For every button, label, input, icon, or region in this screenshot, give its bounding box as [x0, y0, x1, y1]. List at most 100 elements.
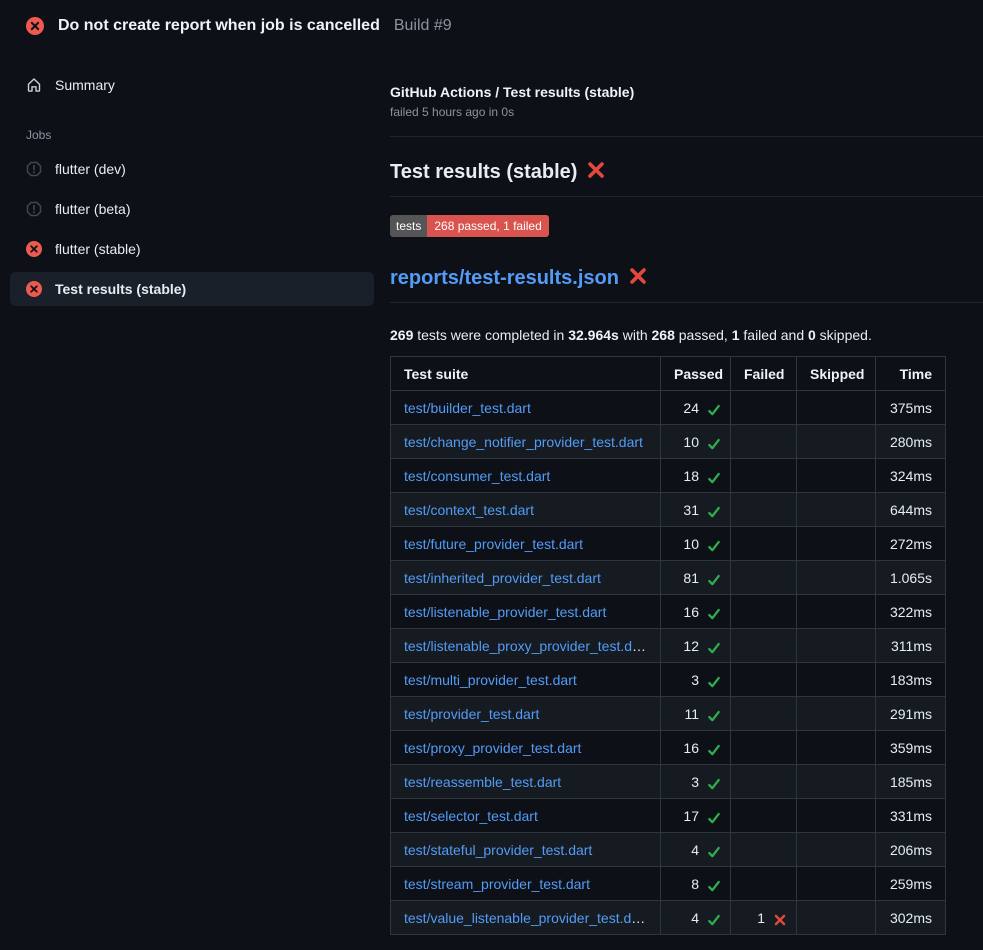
check-icon: [703, 708, 717, 722]
passed-cell: 10: [661, 425, 731, 459]
sidebar-job-label: flutter (stable): [55, 241, 141, 257]
test-suite-link[interactable]: test/multi_provider_test.dart: [404, 672, 577, 688]
report-file-heading: reports/test-results.json: [390, 266, 983, 303]
time-cell: 331ms: [876, 799, 946, 833]
time-cell: 183ms: [876, 663, 946, 697]
test-suite-link[interactable]: test/stateful_provider_test.dart: [404, 842, 592, 858]
sidebar-job-item[interactable]: flutter (beta): [10, 192, 374, 226]
test-suite-link[interactable]: test/selector_test.dart: [404, 808, 538, 824]
sidebar-job-label: flutter (dev): [55, 161, 126, 177]
sidebar-job-item[interactable]: Test results (stable): [10, 272, 374, 306]
main-content: GitHub Actions / Test results (stable) f…: [390, 48, 983, 935]
table-row: test/value_listenable_provider_test.dart…: [391, 901, 946, 935]
skipped-cell: [797, 629, 876, 663]
sidebar-job-label: Test results (stable): [55, 281, 186, 297]
skipped-cell: [797, 765, 876, 799]
x-mark-icon: [769, 912, 783, 926]
sidebar-item-summary[interactable]: Summary: [10, 68, 374, 102]
col-skipped: Skipped: [797, 357, 876, 391]
time-cell: 206ms: [876, 833, 946, 867]
failed-cell: [731, 425, 797, 459]
sidebar-job-item[interactable]: flutter (dev): [10, 152, 374, 186]
skipped-cell: [797, 731, 876, 765]
failed-cell: [731, 833, 797, 867]
time-cell: 272ms: [876, 527, 946, 561]
skipped-cell: [797, 867, 876, 901]
test-suite-link[interactable]: test/change_notifier_provider_test.dart: [404, 434, 643, 450]
skipped-cell: [797, 901, 876, 935]
skipped-cell: [797, 833, 876, 867]
test-suite-link[interactable]: test/consumer_test.dart: [404, 468, 550, 484]
passed-cell: 3: [661, 663, 731, 697]
passed-cell: 16: [661, 731, 731, 765]
passed-cell: 18: [661, 459, 731, 493]
passed-cell: 10: [661, 527, 731, 561]
test-suite-link[interactable]: test/future_provider_test.dart: [404, 536, 583, 552]
failed-cell: [731, 731, 797, 765]
table-row: test/proxy_provider_test.dart 16 359ms: [391, 731, 946, 765]
col-time: Time: [876, 357, 946, 391]
run-status-text: failed 5 hours ago in 0s: [390, 105, 983, 119]
jobs-list: flutter (dev) flutter (beta) flutter (st…: [10, 152, 374, 306]
sidebar-job-label: flutter (beta): [55, 201, 130, 217]
skipped-cell: [797, 697, 876, 731]
skipped-cell: [797, 425, 876, 459]
table-row: test/selector_test.dart 17 331ms: [391, 799, 946, 833]
test-suite-link[interactable]: test/context_test.dart: [404, 502, 534, 518]
test-suite-link[interactable]: test/value_listenable_provider_test.dart: [404, 910, 648, 926]
stop-icon: [26, 201, 42, 217]
skipped-cell: [797, 595, 876, 629]
failed-cell: [731, 799, 797, 833]
time-cell: 322ms: [876, 595, 946, 629]
test-suite-link[interactable]: test/stream_provider_test.dart: [404, 876, 590, 892]
failed-cell: [731, 867, 797, 901]
table-row: test/reassemble_test.dart 3 185ms: [391, 765, 946, 799]
col-test-suite: Test suite: [391, 357, 661, 391]
sidebar: Summary Jobs flutter (dev) flutter (beta…: [0, 48, 390, 312]
failed-cell: 1: [731, 901, 797, 935]
sidebar-job-item[interactable]: flutter (stable): [10, 232, 374, 266]
time-cell: 311ms: [876, 629, 946, 663]
time-cell: 359ms: [876, 731, 946, 765]
failed-cell: [731, 527, 797, 561]
check-icon: [703, 810, 717, 824]
failed-cell: [731, 391, 797, 425]
divider: [390, 136, 983, 137]
test-suite-link[interactable]: test/reassemble_test.dart: [404, 774, 561, 790]
time-cell: 324ms: [876, 459, 946, 493]
tests-summary-text: 269 tests were completed in 32.964s with…: [390, 327, 983, 343]
run-title: Do not create report when job is cancell…: [58, 17, 380, 35]
check-icon: [703, 606, 717, 620]
test-results-table: Test suite Passed Failed Skipped Time te…: [390, 356, 946, 935]
check-icon: [703, 640, 717, 654]
passed-cell: 81: [661, 561, 731, 595]
time-cell: 644ms: [876, 493, 946, 527]
skipped-cell: [797, 527, 876, 561]
stop-icon: [26, 161, 42, 177]
check-icon: [703, 402, 717, 416]
test-suite-link[interactable]: test/listenable_provider_test.dart: [404, 604, 606, 620]
failed-cell: [731, 595, 797, 629]
home-icon: [26, 77, 42, 93]
check-icon: [703, 878, 717, 892]
failed-x-icon: [628, 266, 648, 292]
test-suite-link[interactable]: test/proxy_provider_test.dart: [404, 740, 581, 756]
failed-cell: [731, 697, 797, 731]
check-icon: [703, 844, 717, 858]
test-suite-link[interactable]: test/provider_test.dart: [404, 706, 539, 722]
failed-x-icon: [586, 160, 606, 186]
table-row: test/consumer_test.dart 18 324ms: [391, 459, 946, 493]
test-suite-link[interactable]: test/listenable_proxy_provider_test.dart: [404, 638, 648, 654]
time-cell: 185ms: [876, 765, 946, 799]
skipped-cell: [797, 493, 876, 527]
report-file-link[interactable]: reports/test-results.json: [390, 267, 619, 289]
check-icon: [703, 470, 717, 484]
jobs-section-label: Jobs: [26, 128, 374, 142]
sidebar-summary-label: Summary: [55, 77, 115, 93]
test-suite-link[interactable]: test/inherited_provider_test.dart: [404, 570, 601, 586]
check-icon: [703, 742, 717, 756]
test-suite-link[interactable]: test/builder_test.dart: [404, 400, 531, 416]
time-cell: 259ms: [876, 867, 946, 901]
table-row: test/stateful_provider_test.dart 4 206ms: [391, 833, 946, 867]
table-row: test/change_notifier_provider_test.dart …: [391, 425, 946, 459]
